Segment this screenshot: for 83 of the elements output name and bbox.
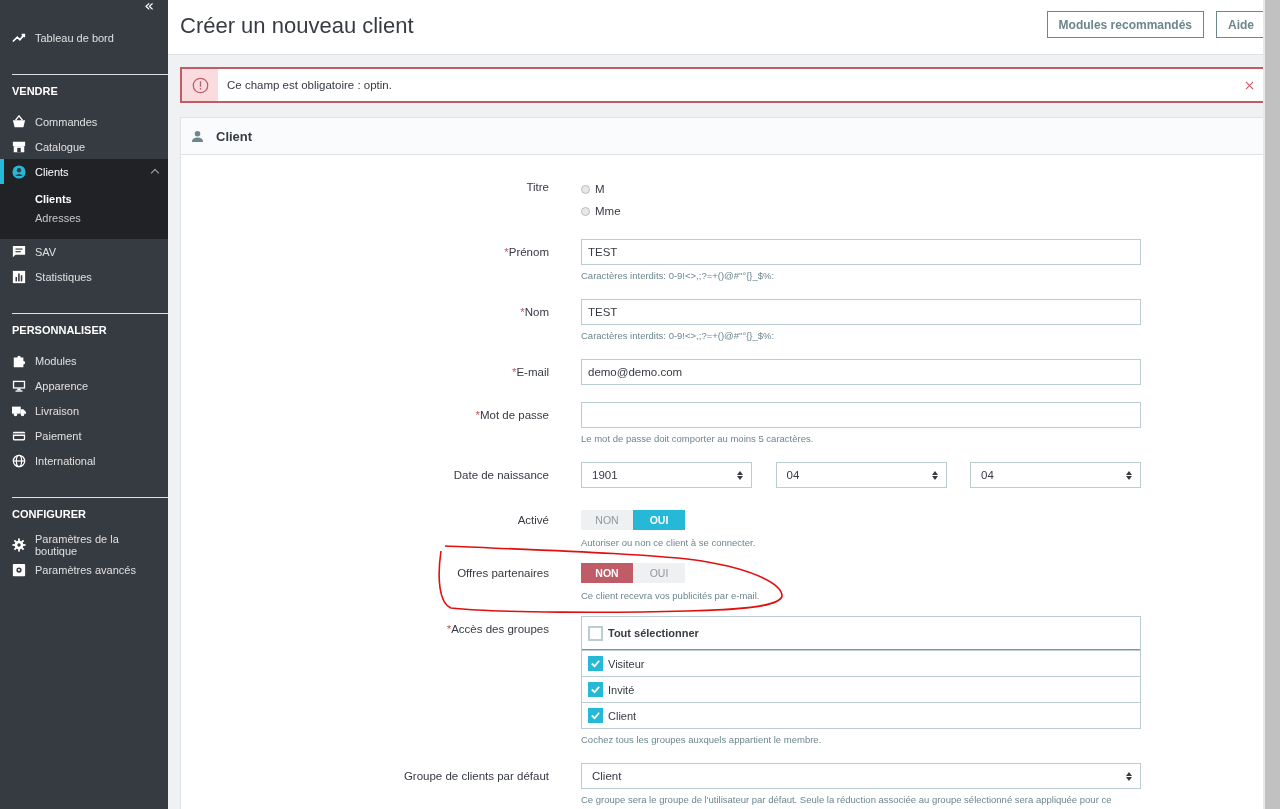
check-icon	[590, 684, 601, 695]
field-label: Titre	[526, 180, 549, 195]
checkbox-label: Tout sélectionner	[608, 627, 699, 639]
nav-item[interactable]: Statistiques	[0, 264, 168, 289]
text-field[interactable]	[581, 402, 1141, 428]
user-icon	[12, 164, 26, 179]
toggle-option[interactable]: NON	[581, 563, 633, 583]
card-title: Client	[216, 128, 253, 144]
warning-icon	[191, 76, 209, 94]
help-text: Le mot de passe doit comporter au moins 5 caractères.	[581, 433, 815, 445]
chat-icon	[12, 244, 26, 259]
field-label: *Mot de passe	[475, 408, 549, 423]
field-label: Activé	[517, 513, 549, 528]
field-label: Date de naissance	[453, 468, 549, 483]
text-field[interactable]: demo@demo.com	[581, 359, 1141, 385]
person-icon	[191, 129, 204, 143]
text-field[interactable]: TEST	[581, 299, 1141, 325]
submenu-item[interactable]: Adresses	[35, 209, 168, 228]
settings-icon	[12, 537, 26, 552]
page-title: Créer un nouveau client	[180, 13, 414, 39]
sort-arrows-icon	[1126, 771, 1132, 781]
nav-item[interactable]: Clients	[0, 159, 168, 184]
select-field[interactable]: 1901	[581, 462, 752, 488]
field-label: Groupe de clients par défaut	[403, 769, 549, 784]
field-label: *Accès des groupes	[446, 622, 549, 637]
help-text: Caractères interdits: 0-9!<>,;?=+()@#"°{}_$%:	[581, 270, 776, 282]
header-button[interactable]: Modules recommandés	[1046, 11, 1204, 38]
checkbox-label: Client	[608, 709, 637, 722]
radio-button[interactable]	[581, 206, 590, 216]
bar-chart-icon	[12, 269, 26, 284]
checkbox[interactable]	[588, 708, 603, 723]
basket-icon	[12, 114, 26, 129]
select-field[interactable]: 04	[970, 462, 1141, 488]
nav-item[interactable]: Apparence	[0, 373, 168, 398]
nav-item[interactable]: Paiement	[0, 423, 168, 448]
select-field[interactable]: Client	[581, 763, 1141, 789]
help-text: Ce groupe sera le groupe de l'utilisateur par défaut. Seule la réduction associée au groupe sélectionné sera appliquée pour ce	[581, 794, 1113, 806]
text-field[interactable]: TEST	[581, 239, 1141, 265]
help-text: Caractères interdits: 0-9!<>,;?=+()@#"°{}_$%:	[581, 330, 776, 342]
field-label: *E-mail	[511, 365, 549, 380]
puzzle-icon	[12, 353, 26, 368]
nav-item[interactable]: Commandes	[0, 109, 168, 134]
help-text: Ce client recevra vos publicités par e-mail.	[581, 590, 761, 602]
checkbox[interactable]	[588, 625, 603, 641]
radio-label: Mme	[595, 205, 621, 217]
checkbox-label: Visiteur	[608, 657, 645, 670]
globe-icon	[12, 453, 26, 468]
field-label: Offres partenaires	[457, 566, 549, 581]
nav-item[interactable]: Modules	[0, 348, 168, 373]
field-label: *Prénom	[504, 245, 549, 260]
nav-item[interactable]: Catalogue	[0, 134, 168, 159]
sort-arrows-icon	[737, 470, 743, 480]
radio-label: M	[595, 183, 605, 195]
nav-item[interactable]: SAV	[0, 239, 168, 264]
select-field[interactable]: 04	[775, 462, 947, 488]
radio-button[interactable]	[581, 184, 590, 194]
collapse-button[interactable]: «	[144, 0, 154, 12]
submenu-item[interactable]: Clients	[35, 190, 168, 209]
header-button[interactable]: Aide	[1216, 11, 1266, 38]
sort-arrows-icon	[931, 470, 938, 480]
help-text: Autoriser ou non ce client à se connecter.	[581, 537, 757, 549]
store-icon	[12, 139, 26, 154]
nav-item[interactable]: International	[0, 448, 168, 473]
nav-item[interactable]: Tableau de bord	[0, 25, 168, 50]
section-title: VENDRE	[12, 85, 59, 99]
scrollbar[interactable]	[1263, 0, 1280, 809]
check-icon	[590, 710, 601, 721]
settings-icon	[12, 562, 26, 577]
nav-item[interactable]: Paramètres avancés	[0, 557, 168, 582]
checkbox[interactable]	[588, 656, 603, 671]
close-icon[interactable]	[1245, 80, 1254, 90]
alert-message: Ce champ est obligatoire : optin.	[226, 79, 393, 91]
checkbox-label: Invité	[608, 683, 635, 696]
monitor-icon	[12, 378, 26, 393]
section-title: PERSONNALISER	[12, 324, 108, 338]
sort-arrows-icon	[1126, 470, 1132, 480]
check-icon	[590, 658, 601, 669]
nav-item[interactable]: Livraison	[0, 398, 168, 423]
help-text: Cochez tous les groupes auxquels appartient le membre.	[581, 734, 823, 746]
field-label: *Nom	[520, 305, 549, 320]
checkbox[interactable]	[588, 682, 603, 697]
nav-item[interactable]: Paramètres de la boutique	[0, 532, 168, 557]
section-title: CONFIGURER	[12, 508, 87, 522]
